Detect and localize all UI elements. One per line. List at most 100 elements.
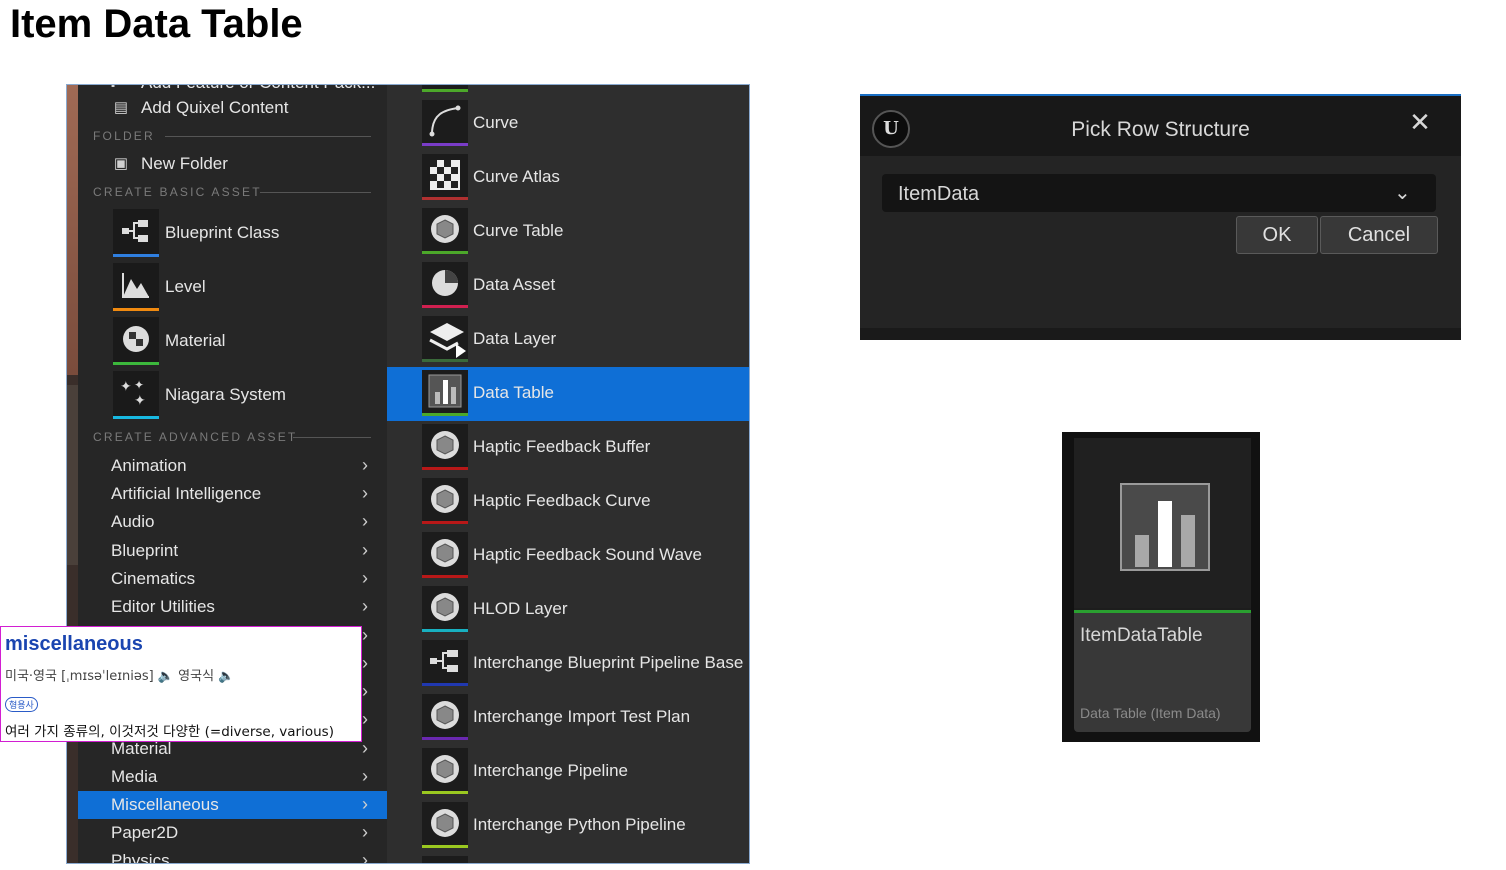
svg-text:✦: ✦	[134, 393, 146, 409]
category-label: Cinematics	[111, 569, 196, 588]
content-browser-add-menu: ✚ Add Feature or Content Pack... ▤ Add Q…	[66, 84, 750, 864]
material-tile	[113, 317, 159, 365]
submenu-item-data-asset[interactable]: Data Asset	[387, 259, 749, 313]
category-artificial-intelligence[interactable]: Artificial Intelligence ›	[78, 480, 387, 508]
data-table-icon	[1120, 483, 1210, 571]
category-paper2d[interactable]: Paper2D ›	[78, 819, 387, 847]
submenu-label: Haptic Feedback Curve	[473, 491, 651, 510]
ok-button[interactable]: OK	[1236, 216, 1318, 254]
submenu-item-interchange-pipeline[interactable]: Interchange Pipeline	[387, 745, 749, 799]
chevron-right-icon: ›	[362, 850, 368, 864]
submenu-item-data-layer[interactable]: Data Layer	[387, 313, 749, 367]
category-label: Physics	[111, 851, 170, 864]
submenu-item-interchange-import-test-plan[interactable]: Interchange Import Test Plan	[387, 691, 749, 745]
new-folder-item[interactable]: New Folder	[141, 154, 228, 174]
row-structure-dropdown[interactable]: ItemData ⌄	[882, 174, 1436, 212]
category-bar	[113, 254, 159, 257]
submenu-item-partial[interactable]	[387, 853, 749, 863]
chevron-right-icon: ›	[362, 794, 368, 814]
interchange-icon	[431, 701, 459, 729]
add-feature-item[interactable]: Add Feature or Content Pack...	[141, 85, 375, 93]
category-bar	[422, 737, 468, 740]
submenu-label: Interchange Import Test Plan	[473, 707, 691, 726]
material-icon	[123, 326, 149, 352]
interchange-icon	[431, 755, 459, 783]
dialog-footer	[860, 328, 1461, 340]
asset-card[interactable]: ItemDataTable Data Table (Item Data)	[1074, 438, 1251, 732]
category-bar	[422, 683, 468, 686]
submenu-item-curve-atlas[interactable]: Curve Atlas	[387, 151, 749, 205]
submenu-item-interchange-blueprint-pipeline-base[interactable]: Interchange Blueprint Pipeline Base	[387, 637, 749, 691]
hlod-icon	[431, 593, 459, 621]
submenu-item-haptic-feedback-buffer[interactable]: Haptic Feedback Buffer	[387, 421, 749, 475]
data-table-icon	[428, 374, 462, 408]
submenu-label: Haptic Feedback Buffer	[473, 437, 651, 456]
dictionary-definition: 여러 가지 종류의, 이것저것 다양한 (=diverse, various)	[5, 724, 334, 740]
category-label: Animation	[111, 456, 187, 475]
category-miscellaneous[interactable]: Miscellaneous ›	[78, 791, 387, 819]
chevron-right-icon: ›	[362, 822, 368, 842]
category-bar	[422, 251, 468, 254]
add-icon: ✚	[104, 85, 122, 91]
submenu-label: Data Table	[473, 383, 554, 402]
category-label: Artificial Intelligence	[111, 484, 262, 503]
basic-section-label: CREATE BASIC ASSET	[93, 185, 262, 199]
category-animation[interactable]: Animation ›	[78, 452, 387, 480]
asset-tile	[422, 640, 468, 686]
category-physics[interactable]: Physics ›	[78, 847, 387, 864]
category-bar	[422, 359, 468, 362]
dictionary-popup: miscellaneous 미국·영국 [ˌmɪsəˈleɪniəs] 🔈 영국…	[0, 626, 362, 742]
submenu-label: Interchange Python Pipeline	[473, 815, 686, 834]
category-bar	[422, 305, 468, 308]
asset-tile	[422, 748, 468, 794]
asset-label: Niagara System	[165, 385, 286, 404]
interchange-icon	[431, 809, 459, 837]
category-bar	[113, 308, 159, 311]
dialog-title: Pick Row Structure	[1071, 118, 1250, 141]
asset-tile	[422, 316, 468, 362]
submenu-item-haptic-feedback-curve[interactable]: Haptic Feedback Curve	[387, 475, 749, 529]
submenu-item-haptic-feedback-sound-wave[interactable]: Haptic Feedback Sound Wave	[387, 529, 749, 583]
asset-tile	[422, 370, 468, 416]
niagara-tile: ✦ ✦ ✦	[113, 371, 159, 419]
part-of-speech-badge: 형용사	[5, 697, 38, 712]
category-bar	[422, 413, 468, 416]
category-editor-utilities[interactable]: Editor Utilities ›	[78, 593, 387, 621]
haptic-icon	[431, 431, 459, 459]
asset-tile	[422, 694, 468, 740]
submenu-item-data-table[interactable]: Data Table	[387, 367, 749, 421]
submenu-label: Data Asset	[473, 275, 556, 294]
category-label: Paper2D	[111, 823, 179, 842]
category-label: Media	[111, 767, 158, 786]
close-icon[interactable]: ✕	[1406, 108, 1434, 136]
asset-tile	[422, 586, 468, 632]
asset-tile	[422, 100, 468, 146]
submenu-item-hlod-layer[interactable]: HLOD Layer	[387, 583, 749, 637]
category-label: Audio	[111, 512, 155, 531]
submenu-item-curve[interactable]: Curve	[387, 97, 749, 151]
category-media[interactable]: Media ›	[78, 763, 387, 791]
haptic-icon	[431, 539, 459, 567]
submenu-item-curve-table[interactable]: Curve Table	[387, 205, 749, 259]
chevron-right-icon: ›	[362, 455, 368, 475]
chevron-right-icon: ›	[362, 483, 368, 503]
asset-tile	[422, 208, 468, 254]
dialog-titlebar: U Pick Row Structure ✕	[860, 96, 1461, 156]
category-cinematics[interactable]: Cinematics ›	[78, 565, 387, 593]
submenu-label: Interchange Pipeline	[473, 761, 629, 780]
asset-tile	[422, 154, 468, 200]
submenu-item-partial[interactable]	[387, 85, 749, 97]
category-audio[interactable]: Audio ›	[78, 508, 387, 536]
category-bar	[422, 845, 468, 848]
submenu-label: HLOD Layer	[473, 599, 568, 618]
chevron-right-icon: ›	[362, 653, 368, 673]
submenu-item-interchange-python-pipeline[interactable]: Interchange Python Pipeline	[387, 799, 749, 853]
background-wall	[67, 385, 78, 565]
cancel-button[interactable]: Cancel	[1320, 216, 1438, 254]
asset-tile	[422, 532, 468, 578]
category-bar	[422, 629, 468, 632]
category-blueprint[interactable]: Blueprint ›	[78, 537, 387, 565]
add-quixel-content-item[interactable]: Add Quixel Content	[141, 98, 288, 118]
new-folder-icon: ▣	[113, 155, 129, 172]
chevron-right-icon: ›	[362, 681, 368, 701]
